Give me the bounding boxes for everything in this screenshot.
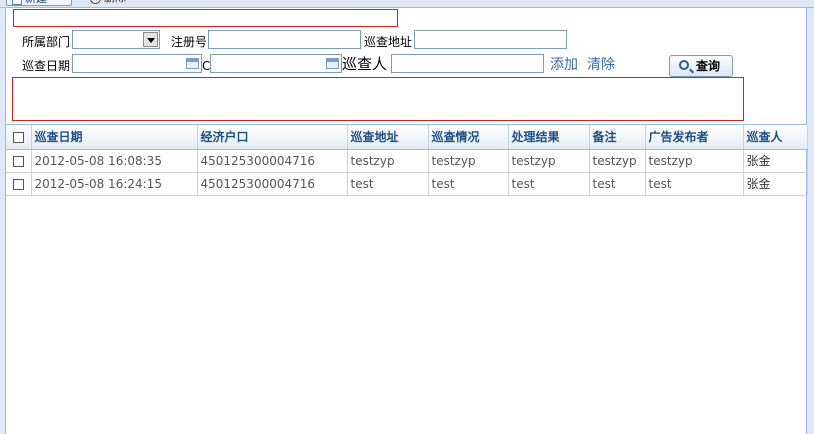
message-box-bottom xyxy=(12,77,744,121)
reg-label: 注册号 xyxy=(171,35,208,49)
search-button-label: 查询 xyxy=(696,59,721,73)
addr-input[interactable] xyxy=(414,30,567,49)
new-icon xyxy=(12,0,22,5)
select-all-cell xyxy=(6,125,32,150)
row-select-cell xyxy=(6,172,32,196)
row-checkbox[interactable] xyxy=(12,155,24,167)
add-link[interactable]: 添加 xyxy=(550,57,578,73)
grid-header-row: 巡查日期 经济户口 巡查地址 巡查情况 处理结果 备注 广告发布者 巡查人 xyxy=(6,125,808,150)
date-to-input[interactable] xyxy=(210,54,342,73)
new-button-label: 新建 xyxy=(25,0,47,5)
cell-account: 450125300004716 xyxy=(197,172,348,196)
search-button[interactable]: 查询 xyxy=(669,55,733,77)
delete-button[interactable]: 删除 xyxy=(88,0,148,6)
col-header-publisher[interactable]: 广告发布者 xyxy=(645,125,744,150)
delete-icon xyxy=(90,0,101,4)
cell-result: test xyxy=(508,172,590,196)
cell-remark: testzyp xyxy=(589,149,646,173)
results-grid: 巡查日期 经济户口 巡查地址 巡查情况 处理结果 备注 广告发布者 巡查人 20… xyxy=(6,124,808,196)
cell-publisher: test xyxy=(645,172,744,196)
inspector-label: 巡查人 xyxy=(342,55,388,73)
cell-address: testzyp xyxy=(347,149,429,173)
col-header-remark[interactable]: 备注 xyxy=(589,125,646,150)
table-row[interactable]: 2012-05-08 16:08:35 450125300004716 test… xyxy=(6,149,808,173)
panel-right-border xyxy=(806,8,814,434)
cell-date: 2012-05-08 16:24:15 xyxy=(31,172,198,196)
col-header-date[interactable]: 巡查日期 xyxy=(31,125,198,150)
calendar-icon[interactable] xyxy=(186,58,199,69)
col-header-inspector[interactable]: 巡查人 xyxy=(743,125,808,150)
date-from-input[interactable] xyxy=(72,54,202,73)
addr-label: 巡查地址 xyxy=(364,35,413,49)
reg-input[interactable] xyxy=(208,30,361,49)
inspector-input[interactable] xyxy=(391,54,544,73)
cell-situation: test xyxy=(428,172,509,196)
cell-inspector: 张金 xyxy=(743,172,808,196)
message-box-top xyxy=(13,9,398,27)
col-header-situation[interactable]: 巡查情况 xyxy=(428,125,509,150)
panel-left-border xyxy=(0,8,6,434)
dept-label: 所属部门 xyxy=(22,35,71,49)
cell-inspector: 张金 xyxy=(743,149,808,173)
cell-date: 2012-05-08 16:08:35 xyxy=(31,149,198,173)
select-all-checkbox[interactable] xyxy=(12,131,24,143)
cell-account: 450125300004716 xyxy=(197,149,348,173)
delete-button-label: 删除 xyxy=(104,0,126,4)
cell-publisher: testzyp xyxy=(645,149,744,173)
clear-link[interactable]: 清除 xyxy=(587,57,615,73)
toolbar: 新建 删除 xyxy=(0,0,814,8)
row-checkbox[interactable] xyxy=(12,178,24,190)
table-row[interactable]: 2012-05-08 16:24:15 450125300004716 test… xyxy=(6,172,808,196)
date-label: 巡查日期 xyxy=(22,59,71,73)
col-header-account[interactable]: 经济户口 xyxy=(197,125,348,150)
col-header-result[interactable]: 处理结果 xyxy=(508,125,590,150)
calendar-icon[interactable] xyxy=(326,58,339,69)
cell-result: testzyp xyxy=(508,149,590,173)
cell-situation: testzyp xyxy=(428,149,509,173)
new-button[interactable]: 新建 xyxy=(6,0,72,6)
chevron-down-icon[interactable] xyxy=(143,32,158,47)
col-header-address[interactable]: 巡查地址 xyxy=(347,125,429,150)
cell-address: test xyxy=(347,172,429,196)
row-select-cell xyxy=(6,149,32,173)
search-icon xyxy=(679,60,689,70)
dept-select[interactable] xyxy=(72,30,160,49)
cell-remark: test xyxy=(589,172,646,196)
